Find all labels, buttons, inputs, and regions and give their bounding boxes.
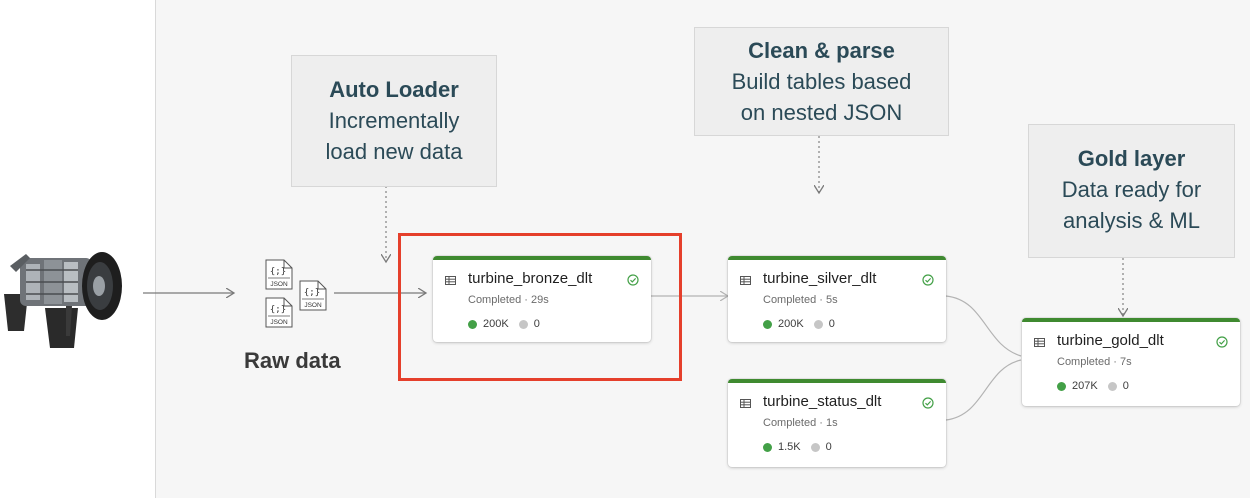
success-dot [1057, 381, 1066, 391]
table-metrics: 1.5K 0 [763, 441, 832, 453]
table-card-status[interactable]: turbine_status_dlt Completed · 1s 1.5K 0 [728, 379, 946, 467]
callout-line: analysis & ML [1063, 208, 1200, 233]
table-status: Completed · 1s [763, 417, 838, 429]
table-icon [1034, 338, 1045, 347]
callout-title: Auto Loader [329, 77, 459, 102]
json-file-icon: {;} JSON [265, 297, 293, 328]
table-status: Completed · 5s [763, 294, 838, 306]
status-to-gold-edge [945, 359, 1022, 421]
table-metrics: 200K 0 [763, 318, 835, 330]
silver-to-gold-edge [945, 295, 1022, 357]
callout-line: Build tables based [731, 69, 912, 94]
check-circle-icon [922, 397, 934, 409]
callout-title: Gold layer [1077, 146, 1186, 171]
rows-written: 207K [1072, 380, 1098, 392]
success-dot [763, 319, 772, 329]
rows-written: 200K [778, 318, 804, 330]
rows-dropped: 0 [828, 318, 835, 330]
table-name: turbine_silver_dlt [763, 270, 877, 287]
callout-clean-parse: Clean & parse Build tables based on nest… [694, 27, 949, 136]
callout-line: on nested JSON [740, 100, 903, 125]
callout-line: Incrementally [328, 108, 460, 133]
table-status: Completed · 7s [1057, 356, 1132, 368]
table-name: turbine_gold_dlt [1057, 332, 1164, 349]
svg-text:{;}: {;} [270, 267, 286, 277]
check-circle-icon [922, 274, 934, 286]
neutral-dot [813, 319, 823, 329]
rows-dropped: 0 [1122, 380, 1129, 392]
turbine-engine-icon [4, 252, 122, 348]
json-file-icon: {;} JSON [265, 259, 293, 290]
rows-dropped: 0 [825, 441, 832, 453]
raw-data-label: Raw data [244, 348, 341, 373]
neutral-dot [1107, 381, 1117, 391]
bronze-highlight-box [398, 233, 682, 381]
table-card-silver[interactable]: turbine_silver_dlt Completed · 5s 200K 0 [728, 256, 946, 342]
callout-gold-layer: Gold layer Data ready for analysis & ML [1028, 124, 1235, 258]
table-icon [740, 276, 751, 285]
table-icon [740, 399, 751, 408]
table-card-gold[interactable]: turbine_gold_dlt Completed · 7s 207K 0 [1022, 318, 1240, 406]
check-circle-icon [1216, 336, 1228, 348]
callout-line: Data ready for [1061, 177, 1202, 202]
neutral-dot [810, 442, 820, 452]
svg-text:JSON: JSON [270, 281, 288, 288]
svg-text:{;}: {;} [304, 288, 320, 298]
table-name: turbine_status_dlt [763, 393, 882, 410]
pipeline-diagram: {;} JSON {;} JSON {;} JSON Raw data Auto… [0, 0, 1250, 498]
table-metrics: 207K 0 [1057, 380, 1129, 392]
success-dot [763, 442, 772, 452]
svg-text:{;}: {;} [270, 305, 286, 315]
rows-written: 1.5K [778, 441, 801, 453]
callout-auto-loader: Auto Loader Incrementally load new data [291, 55, 497, 187]
callout-line: load new data [325, 139, 463, 164]
json-file-icon: {;} JSON [299, 280, 327, 311]
svg-text:JSON: JSON [270, 319, 288, 326]
svg-text:JSON: JSON [304, 302, 322, 309]
callout-title: Clean & parse [748, 38, 895, 63]
